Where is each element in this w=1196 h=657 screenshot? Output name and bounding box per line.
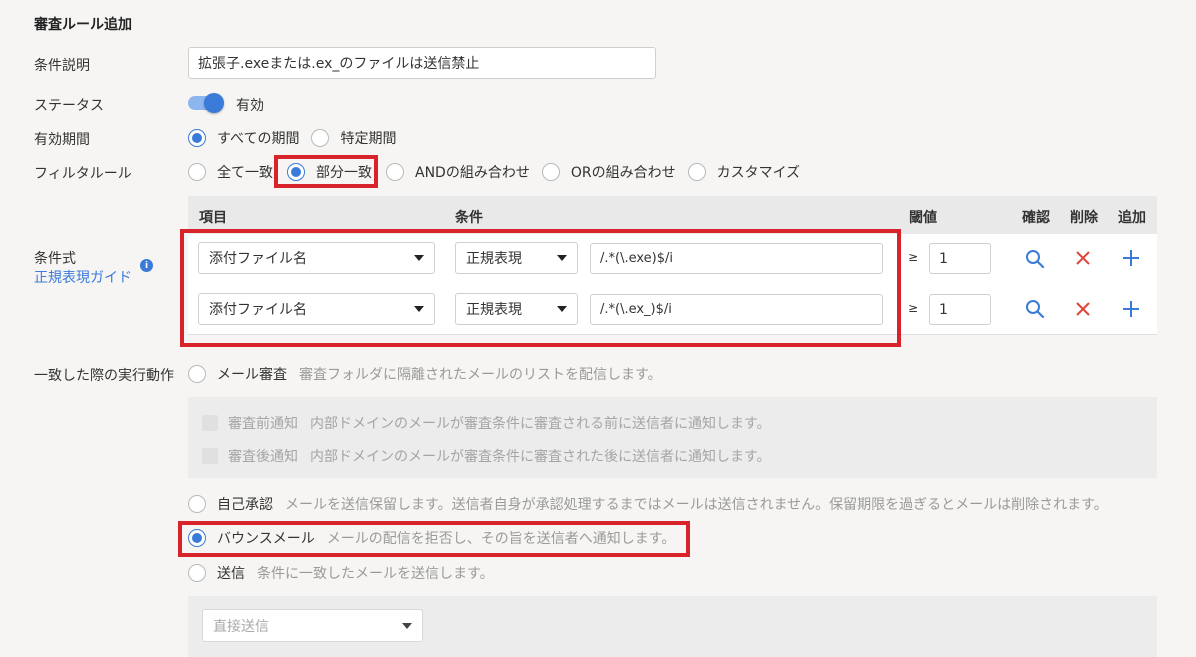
description-label: 条件説明 xyxy=(34,58,90,74)
filter-option-custom[interactable]: カスタマイズ xyxy=(687,162,800,182)
filter-option-or[interactable]: ORの組み合わせ xyxy=(541,162,676,182)
radio-icon xyxy=(188,495,206,513)
radio-icon xyxy=(687,163,706,181)
status-value: 有効 xyxy=(236,98,264,114)
search-icon[interactable] xyxy=(1025,249,1045,269)
action-self-approve[interactable]: 自己承認 メールを送信保留します。送信者自身が承認処理するまではメールは送信され… xyxy=(188,494,1108,514)
chevron-down-icon xyxy=(557,255,567,261)
plus-icon[interactable] xyxy=(1122,300,1140,318)
header-add: 追加 xyxy=(1118,210,1146,226)
action-bounce[interactable]: バウンスメール メールの配信を拒否し、その旨を送信者へ通知します。 xyxy=(188,528,675,548)
checkbox-icon xyxy=(202,415,218,431)
close-icon[interactable] xyxy=(1075,301,1091,317)
ge-sign: ≥ xyxy=(908,301,919,315)
radio-icon xyxy=(188,365,206,383)
radio-icon xyxy=(386,163,404,181)
radio-icon xyxy=(541,163,560,181)
header-item: 項目 xyxy=(199,210,227,226)
condition-table-header: 項目 条件 閾値 確認 削除 追加 xyxy=(188,196,1157,234)
ge-sign: ≥ xyxy=(908,250,919,264)
period-option-all[interactable]: すべての期間 xyxy=(188,128,299,148)
chevron-down-icon xyxy=(414,255,424,261)
expression-label: 条件式 xyxy=(34,251,76,267)
item-select[interactable]: 添付ファイル名 xyxy=(198,242,435,274)
pattern-input[interactable]: /.*(\.ex_)$/i xyxy=(590,294,883,325)
radio-selected-icon xyxy=(188,529,206,547)
actions-label: 一致した際の実行動作 xyxy=(34,368,174,384)
header-confirm: 確認 xyxy=(1022,210,1050,226)
send-method-select[interactable]: 直接送信 xyxy=(202,609,423,642)
filter-option-and[interactable]: ANDの組み合わせ xyxy=(386,162,530,182)
status-toggle[interactable] xyxy=(188,93,224,113)
period-label: 有効期間 xyxy=(34,132,90,148)
threshold-input[interactable]: 1 xyxy=(929,294,991,325)
condition-table-body: 添付ファイル名 正規表現 /.*(\.exe)$/i ≥ 1 添付ファイル名 正… xyxy=(188,234,1157,335)
item-select[interactable]: 添付ファイル名 xyxy=(198,293,435,325)
radio-icon xyxy=(311,129,330,147)
radio-icon xyxy=(188,163,206,181)
chevron-down-icon xyxy=(557,306,567,312)
close-icon[interactable] xyxy=(1075,250,1091,266)
header-threshold: 閾値 xyxy=(909,210,937,226)
action-send[interactable]: 送信 条件に一致したメールを送信します。 xyxy=(188,563,494,583)
plus-icon[interactable] xyxy=(1122,249,1140,267)
period-radio-group: すべての期間 特定期間 xyxy=(188,128,408,148)
page-title: 審査ルール追加 xyxy=(34,17,132,33)
chevron-down-icon xyxy=(402,622,412,629)
regex-guide-link[interactable]: 正規表現ガイド xyxy=(34,267,132,287)
period-option-specific[interactable]: 特定期間 xyxy=(311,128,396,148)
info-icon[interactable]: i xyxy=(140,259,153,272)
radio-selected-icon xyxy=(287,163,305,181)
post-notify-option[interactable]: 審査後通知 内部ドメインのメールが審査条件に審査された後に送信者に通知します。 xyxy=(202,446,771,466)
threshold-input[interactable]: 1 xyxy=(929,243,991,274)
filter-radio-group: 全て一致 部分一致 ANDの組み合わせ ORの組み合わせ カスタマイズ xyxy=(188,162,812,182)
filter-option-partial[interactable]: 部分一致 xyxy=(287,162,372,182)
pre-notify-option[interactable]: 審査前通知 内部ドメインのメールが審査条件に審査される前に送信者に通知します。 xyxy=(202,413,771,433)
toggle-knob xyxy=(204,93,224,113)
description-input[interactable]: 拡張子.exeまたは.ex_のファイルは送信禁止 xyxy=(188,47,656,79)
condition-select[interactable]: 正規表現 xyxy=(455,242,578,274)
filter-option-all[interactable]: 全て一致 xyxy=(188,162,273,182)
condition-select[interactable]: 正規表現 xyxy=(455,293,578,325)
search-icon[interactable] xyxy=(1025,299,1045,319)
header-delete: 削除 xyxy=(1070,210,1098,226)
status-label: ステータス xyxy=(34,98,104,114)
filter-label: フィルタルール xyxy=(34,166,132,182)
pattern-input[interactable]: /.*(\.exe)$/i xyxy=(590,243,883,274)
send-options-panel: 直接送信 xyxy=(188,596,1157,657)
radio-selected-icon xyxy=(188,129,206,147)
chevron-down-icon xyxy=(414,306,424,312)
checkbox-icon xyxy=(202,448,218,464)
header-condition: 条件 xyxy=(455,210,483,226)
action-review[interactable]: メール審査 審査フォルダに隔離されたメールのリストを配信します。 xyxy=(188,364,662,384)
radio-icon xyxy=(188,564,206,582)
review-options-panel: 審査前通知 内部ドメインのメールが審査条件に審査される前に送信者に通知します。 … xyxy=(188,397,1157,478)
